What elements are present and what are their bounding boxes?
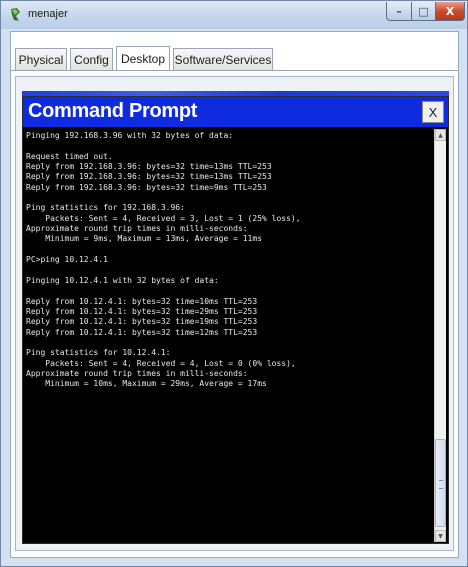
tab-software-services[interactable]: Software/Services xyxy=(173,48,273,70)
command-prompt-close-button[interactable]: X xyxy=(422,101,444,123)
console-line: Reply from 192.168.3.96: bytes=32 time=1… xyxy=(26,172,272,182)
console-output[interactable]: Pinging 192.168.3.96 with 32 bytes of da… xyxy=(26,131,432,541)
console-line: Reply from 192.168.3.96: bytes=32 time=1… xyxy=(26,162,272,172)
tab-label: Config xyxy=(74,52,109,67)
arrow-up-icon[interactable]: ▲ xyxy=(435,129,446,141)
console-line: PC>ping 10.12.4.1 xyxy=(26,255,108,265)
scrollbar-thumb[interactable] xyxy=(435,439,446,527)
tab-config[interactable]: Config xyxy=(70,48,113,70)
tab-label: Physical xyxy=(18,52,64,67)
application-window: menajer – □ X Physical Config Desktop So… xyxy=(0,0,468,567)
console-line: Reply from 192.168.3.96: bytes=32 time=9… xyxy=(26,182,267,192)
console-line: Reply from 10.12.4.1: bytes=32 time=10ms… xyxy=(26,296,258,306)
maximize-button[interactable]: □ xyxy=(411,2,436,21)
console-line: Approximate round trip times in milli-se… xyxy=(26,224,248,234)
tab-bar: Physical Config Desktop Software/Service… xyxy=(11,46,458,71)
console-line: Reply from 10.12.4.1: bytes=32 time=19ms… xyxy=(26,317,258,327)
console-line: Minimum = 9ms, Maximum = 13ms, Average =… xyxy=(26,234,263,244)
tab-label: Software/Services xyxy=(174,52,272,67)
command-prompt-window: Command Prompt X Pinging 192.168.3.96 wi… xyxy=(22,96,449,544)
title-bar[interactable]: menajer – □ X xyxy=(1,1,467,29)
minimize-button[interactable]: – xyxy=(386,2,412,21)
console-scrollbar[interactable]: ▲ ▼ xyxy=(434,129,446,542)
console-line: Request timed out. xyxy=(26,151,113,161)
grip-icon xyxy=(439,480,443,489)
close-icon: X xyxy=(428,104,438,120)
console-line: Pinging 10.12.4.1 with 32 bytes of data: xyxy=(26,275,219,285)
command-prompt-title-bar: Command Prompt X xyxy=(23,97,448,127)
device-panel: Physical Config Desktop Software/Service… xyxy=(10,31,459,558)
minimize-icon: – xyxy=(396,4,402,18)
tab-label: Desktop xyxy=(120,51,166,66)
console-line: Packets: Sent = 4, Received = 3, Lost = … xyxy=(26,213,301,223)
console-line: Minimum = 10ms, Maximum = 29ms, Average … xyxy=(26,379,267,389)
console-line: Packets: Sent = 4, Received = 4, Lost = … xyxy=(26,358,296,368)
tab-desktop[interactable]: Desktop xyxy=(116,46,170,70)
close-button[interactable]: X xyxy=(435,2,465,21)
tab-physical[interactable]: Physical xyxy=(15,48,67,70)
arrow-down-icon[interactable]: ▼ xyxy=(435,530,446,542)
console-line: Pinging 192.168.3.96 with 32 bytes of da… xyxy=(26,131,234,140)
console-line: Ping statistics for 10.12.4.1: xyxy=(26,348,171,358)
packet-tracer-pc-icon xyxy=(11,8,20,21)
console-line: Approximate round trip times in milli-se… xyxy=(26,368,248,378)
console-line: Reply from 10.12.4.1: bytes=32 time=29ms… xyxy=(26,306,258,316)
console-line: Reply from 10.12.4.1: bytes=32 time=12ms… xyxy=(26,327,258,337)
maximize-icon: □ xyxy=(418,4,429,18)
close-icon: X xyxy=(445,4,455,18)
console-line: Ping statistics for 192.168.3.96: xyxy=(26,203,185,213)
desktop-area: Command Prompt X Pinging 192.168.3.96 wi… xyxy=(15,76,454,551)
window-title: menajer xyxy=(28,8,68,20)
command-prompt-title: Command Prompt xyxy=(28,100,198,122)
